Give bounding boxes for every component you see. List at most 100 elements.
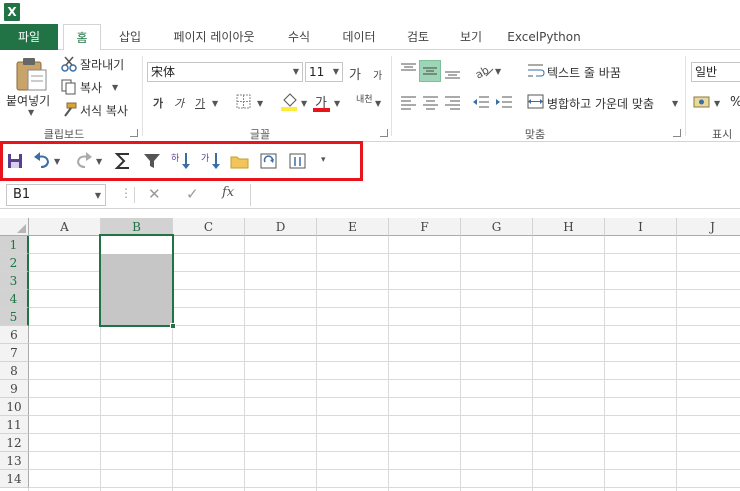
save-icon[interactable]: [6, 149, 24, 173]
refresh-data-icon[interactable]: [259, 149, 279, 173]
row-header-7[interactable]: 7: [0, 344, 29, 362]
merge-center-button[interactable]: 병합하고 가운데 맞춤: [547, 95, 654, 112]
undo-dropdown-icon[interactable]: ▼: [54, 157, 60, 166]
chevron-down-icon[interactable]: ▼: [95, 186, 101, 206]
column-header-a[interactable]: A: [29, 218, 101, 236]
borders-icon[interactable]: [236, 94, 252, 110]
redo-icon[interactable]: [75, 149, 93, 173]
clipboard-launcher-icon[interactable]: [130, 129, 138, 137]
number-format-combo[interactable]: 일반: [691, 62, 740, 82]
column-header-h[interactable]: H: [533, 218, 605, 236]
row-header-11[interactable]: 11: [0, 416, 29, 434]
tab-excelpython[interactable]: ExcelPython: [506, 24, 582, 50]
tab-home[interactable]: 홈: [63, 24, 101, 51]
cancel-icon[interactable]: ✕: [148, 185, 161, 203]
row-header-6[interactable]: 6: [0, 326, 29, 344]
grow-font-button[interactable]: 가: [349, 64, 361, 83]
tab-insert[interactable]: 삽입: [108, 24, 152, 50]
wrap-text-button[interactable]: 텍스트 줄 바꿈: [547, 64, 621, 81]
column-header-d[interactable]: D: [245, 218, 317, 236]
italic-button[interactable]: 가: [174, 95, 184, 111]
formula-input[interactable]: [250, 184, 740, 206]
tab-page-layout[interactable]: 페이지 레이아웃: [162, 24, 266, 50]
align-left-icon[interactable]: [400, 94, 418, 110]
sort-dialog-icon[interactable]: [288, 149, 308, 173]
merge-dropdown-icon[interactable]: ▼: [672, 99, 678, 108]
copy-button[interactable]: 복사: [80, 79, 102, 96]
row-header-5[interactable]: 5: [0, 308, 29, 326]
filter-icon[interactable]: [143, 149, 161, 173]
sort-ascending-icon[interactable]: 하: [171, 149, 191, 173]
tab-view[interactable]: 보기: [450, 24, 492, 50]
column-header-g[interactable]: G: [461, 218, 533, 236]
align-middle-button[interactable]: [419, 60, 441, 82]
row-header-1[interactable]: 1: [0, 236, 29, 254]
percent-style-button[interactable]: %: [730, 95, 740, 110]
accounting-dropdown-icon[interactable]: ▼: [714, 99, 720, 108]
row-header-8[interactable]: 8: [0, 362, 29, 380]
decrease-indent-icon[interactable]: [472, 94, 490, 110]
align-bottom-icon[interactable]: [444, 62, 462, 80]
paste-dropdown-icon[interactable]: ▼: [28, 108, 34, 117]
column-header-i[interactable]: I: [605, 218, 677, 236]
column-header-j[interactable]: J: [677, 218, 740, 236]
orientation-icon[interactable]: ab: [474, 62, 494, 80]
align-top-icon[interactable]: [400, 62, 418, 78]
fill-handle[interactable]: [170, 323, 176, 329]
align-center-icon[interactable]: [422, 94, 440, 110]
cut-button[interactable]: 잘라내기: [80, 56, 124, 73]
alignment-launcher-icon[interactable]: [673, 129, 681, 137]
autosum-icon[interactable]: [114, 149, 132, 173]
fill-color-icon[interactable]: [280, 92, 298, 112]
tab-review[interactable]: 검토: [397, 24, 439, 50]
borders-dropdown-icon[interactable]: ▼: [257, 99, 263, 108]
sort-descending-icon[interactable]: 가: [201, 149, 221, 173]
tab-data[interactable]: 데이터: [333, 24, 385, 50]
chevron-down-icon[interactable]: ▼: [333, 63, 339, 81]
customize-toolbar-icon[interactable]: ▾: [321, 155, 326, 165]
row-header-9[interactable]: 9: [0, 380, 29, 398]
underline-dropdown-icon[interactable]: ▼: [212, 99, 218, 108]
paste-button[interactable]: 붙여넣기: [6, 92, 50, 109]
chevron-down-icon[interactable]: ▼: [293, 63, 299, 81]
open-folder-icon[interactable]: [230, 149, 250, 173]
font-color-dropdown-icon[interactable]: ▼: [334, 99, 340, 108]
gridline-horizontal: [29, 415, 740, 416]
font-name-combo[interactable]: 宋体 ▼: [147, 62, 303, 82]
tab-file[interactable]: 파일: [0, 24, 58, 50]
copy-dropdown-icon[interactable]: ▼: [112, 83, 118, 92]
underline-button[interactable]: 가: [195, 95, 205, 111]
gridline-horizontal: [29, 487, 740, 488]
name-box[interactable]: B1 ▼: [6, 184, 106, 206]
row-header-14[interactable]: 14: [0, 470, 29, 488]
fill-color-dropdown-icon[interactable]: ▼: [301, 99, 307, 108]
tab-formulas[interactable]: 수식: [278, 24, 320, 50]
accounting-format-icon[interactable]: [693, 94, 711, 110]
align-right-icon[interactable]: [444, 94, 462, 110]
row-header-10[interactable]: 10: [0, 398, 29, 416]
phonetic-dropdown-icon[interactable]: ▼: [375, 99, 381, 108]
phonetic-guide-button[interactable]: 내천: [356, 92, 373, 105]
shrink-font-button[interactable]: 가: [373, 67, 382, 82]
row-header-2[interactable]: 2: [0, 254, 29, 272]
enter-icon[interactable]: ✓: [186, 185, 199, 203]
row-header-13[interactable]: 13: [0, 452, 29, 470]
format-painter-button[interactable]: 서식 복사: [80, 102, 128, 119]
font-launcher-icon[interactable]: [380, 129, 388, 137]
row-header-3[interactable]: 3: [0, 272, 29, 290]
number-group-label: 표시: [712, 128, 733, 141]
undo-icon[interactable]: [33, 149, 51, 173]
increase-indent-icon[interactable]: [495, 94, 513, 110]
bold-button[interactable]: 가: [153, 95, 163, 111]
insert-function-icon[interactable]: fx: [222, 185, 234, 200]
font-size-combo[interactable]: 11 ▼: [305, 62, 343, 82]
row-header-12[interactable]: 12: [0, 434, 29, 452]
column-header-e[interactable]: E: [317, 218, 389, 236]
redo-dropdown-icon[interactable]: ▼: [96, 157, 102, 166]
column-header-c[interactable]: C: [173, 218, 245, 236]
orientation-dropdown-icon[interactable]: ▼: [495, 67, 501, 76]
column-header-f[interactable]: F: [389, 218, 461, 236]
row-header-4[interactable]: 4: [0, 290, 29, 308]
paste-icon[interactable]: [14, 56, 48, 92]
select-all-corner[interactable]: [0, 218, 29, 236]
